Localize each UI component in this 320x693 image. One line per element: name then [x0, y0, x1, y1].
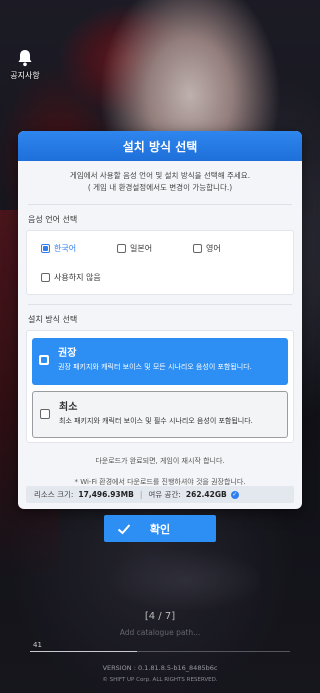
voice-option-none[interactable]: 사용하지 않음: [41, 272, 101, 283]
free-space-value: 262.42GB: [185, 490, 227, 499]
notice-label: 공지사항: [10, 71, 40, 80]
confirm-label: 확인: [149, 522, 171, 536]
resource-size-value: 17,496.93MB: [78, 490, 134, 499]
method-option-minimum[interactable]: 최소 최소 패키지와 캐릭터 보이스 및 필수 시나리오 음성이 포함됩니다.: [32, 391, 288, 438]
checkbox[interactable]: [41, 273, 50, 282]
checkbox[interactable]: [117, 244, 126, 253]
voice-section-title: 음성 언어 선택: [28, 215, 78, 224]
voice-language-options: 한국어 일본어 영어 사용하지 않음: [26, 230, 294, 295]
download-step: [4 / 7]: [144, 611, 176, 622]
check-icon: [117, 523, 131, 534]
intro-line-1: 게임에서 사용할 음성 언어 및 설치 방식을 선택해 주세요.: [69, 171, 251, 180]
progress-bar: [30, 651, 290, 652]
checkbox-checked[interactable]: [39, 355, 49, 365]
confirm-button[interactable]: 확인: [104, 515, 216, 542]
voice-option-japanese[interactable]: 일본어: [117, 243, 152, 254]
voice-option-label: 영어: [206, 244, 221, 253]
bell-icon: [18, 50, 32, 67]
version-text: VERSION : 0.1.81.8.5-b16_8485b6c: [102, 664, 218, 672]
method-option-desc: 최소 패키지와 캐릭터 보이스 및 필수 시나리오 음성이 포함됩니다.: [59, 417, 253, 425]
install-method-options: 권장 권장 패키지와 캐릭터 보이스 및 모든 시나리오 음성이 포함됩니다. …: [26, 330, 294, 443]
voice-option-korean[interactable]: 한국어: [41, 243, 76, 254]
restart-note: 다운로드가 완료되면, 게임이 재시작 합니다.: [95, 457, 225, 465]
checkbox[interactable]: [40, 409, 50, 419]
storage-divider: |: [139, 490, 143, 499]
resource-size-label: 리소스 크기:: [34, 490, 74, 499]
progress-bar-fill: [30, 651, 137, 652]
method-option-title: 최소: [59, 402, 78, 413]
voice-option-english[interactable]: 영어: [193, 243, 221, 254]
divider: [28, 204, 292, 205]
download-status: Add catalogue path...: [119, 628, 201, 637]
method-section-title: 설치 방식 선택: [28, 315, 78, 324]
intro-line-2: ( 게임 내 환경설정에서도 변경이 가능합니다.): [87, 183, 233, 192]
checkbox-checked[interactable]: [41, 244, 50, 253]
method-option-recommended[interactable]: 권장 권장 패키지와 캐릭터 보이스 및 모든 시나리오 음성이 포함됩니다.: [32, 338, 288, 385]
method-option-title: 권장: [58, 348, 77, 359]
checkbox[interactable]: [193, 244, 202, 253]
free-space-label: 여유 공간:: [148, 490, 181, 499]
copyright-text: © SHIFT UP Corp. ALL RIGHTS RESERVED.: [102, 677, 218, 683]
storage-info: 리소스 크기: 17,496.93MB | 여유 공간: 262.42GB ✓: [26, 486, 294, 503]
download-percent: 41: [33, 641, 42, 649]
voice-option-label: 한국어: [54, 244, 77, 253]
method-option-desc: 권장 패키지와 캐릭터 보이스 및 모든 시나리오 음성이 포함됩니다.: [58, 363, 252, 371]
voice-option-label: 일본어: [130, 244, 153, 253]
dialog-intro: 게임에서 사용할 음성 언어 및 설치 방식을 선택해 주세요. ( 게임 내 …: [18, 161, 302, 201]
voice-option-label: 사용하지 않음: [54, 273, 101, 282]
check-circle-icon: ✓: [230, 490, 239, 499]
dialog-title: 설치 방식 선택: [18, 131, 302, 161]
notice-button[interactable]: 공지사항: [6, 48, 44, 81]
divider: [28, 304, 292, 305]
install-dialog: 설치 방식 선택 게임에서 사용할 음성 언어 및 설치 방식을 선택해 주세요…: [18, 131, 302, 509]
